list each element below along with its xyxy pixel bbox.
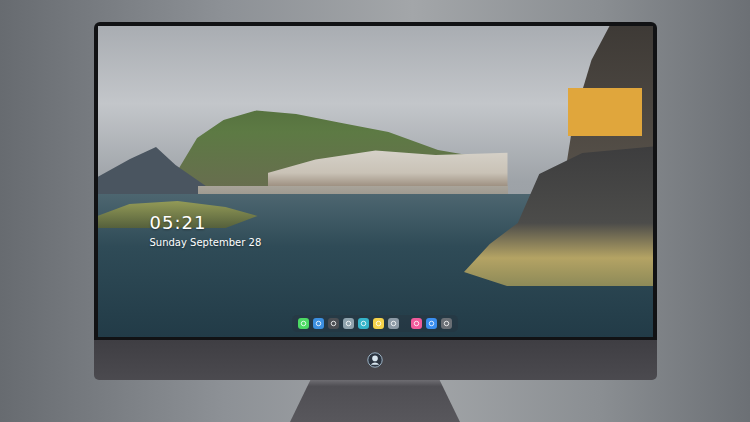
app-glyph-icon	[360, 320, 367, 327]
logo-icon	[367, 352, 383, 368]
monitor-stand	[290, 380, 460, 422]
dock-app-icon[interactable]	[373, 318, 384, 329]
lock-screen: 05:21 Sunday September 28	[98, 26, 653, 337]
app-glyph-icon	[300, 320, 307, 327]
dock-app-icon[interactable]	[426, 318, 437, 329]
dock-app-icon[interactable]	[441, 318, 452, 329]
clock-date: Sunday September 28	[150, 236, 262, 249]
app-glyph-icon	[390, 320, 397, 327]
dock-group	[298, 318, 399, 329]
lock-clock: 05:21 Sunday September 28	[150, 212, 262, 249]
app-glyph-icon	[315, 320, 322, 327]
wallpaper	[98, 26, 653, 337]
dock-app-icon[interactable]	[411, 318, 422, 329]
dock-app-icon[interactable]	[358, 318, 369, 329]
monitor: 05:21 Sunday September 28	[94, 0, 657, 422]
wallpaper-house	[568, 88, 642, 136]
app-glyph-icon	[413, 320, 420, 327]
desktop-background: 05:21 Sunday September 28	[0, 0, 750, 422]
app-glyph-icon	[345, 320, 352, 327]
dock-app-icon[interactable]	[388, 318, 399, 329]
app-glyph-icon	[375, 320, 382, 327]
app-glyph-icon	[330, 320, 337, 327]
app-glyph-icon	[428, 320, 435, 327]
clock-time: 05:21	[150, 212, 262, 234]
dock-app-icon[interactable]	[298, 318, 309, 329]
dock-app-icon[interactable]	[313, 318, 324, 329]
dock-group	[411, 318, 452, 329]
dock	[292, 315, 458, 332]
dock-app-icon[interactable]	[343, 318, 354, 329]
dock-app-icon[interactable]	[328, 318, 339, 329]
monitor-chin	[94, 340, 657, 380]
screen-bezel: 05:21 Sunday September 28	[94, 22, 657, 340]
app-glyph-icon	[443, 320, 450, 327]
